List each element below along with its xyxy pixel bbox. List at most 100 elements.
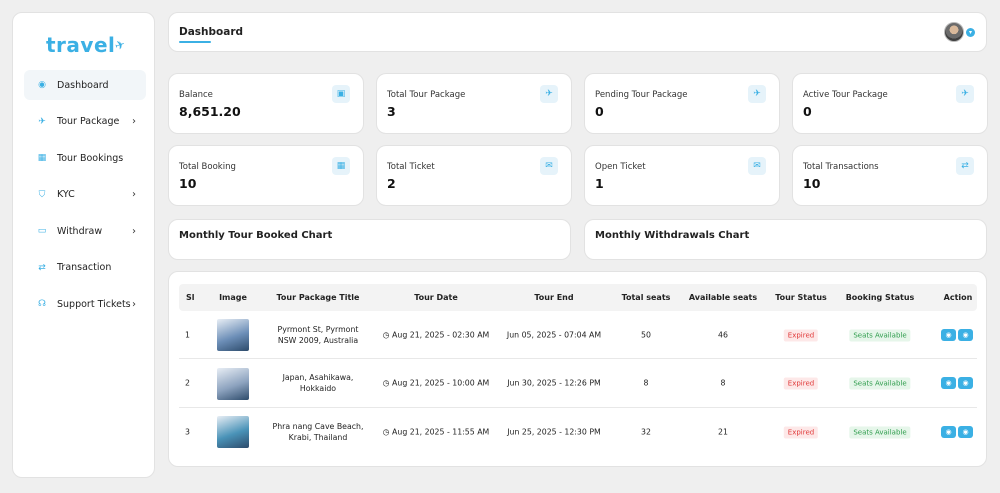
column-header-tour-end: Tour End: [534, 293, 574, 302]
clock-icon: ◷: [382, 427, 393, 437]
booking-badge: Seats Available: [849, 426, 911, 439]
stat-value: 2: [387, 176, 396, 191]
preview-icon[interactable]: ◉: [958, 377, 973, 389]
column-header-total-seats: Total seats: [621, 293, 671, 302]
calendar-icon: ▦: [37, 153, 47, 163]
monthly-withdrawals-chart: Monthly Withdrawals Chart: [584, 219, 987, 260]
sidebar-item-label: KYC: [57, 189, 75, 200]
sidebar-item-tour-bookings[interactable]: ▦ Tour Bookings: [24, 143, 146, 173]
tour-thumbnail: [217, 416, 249, 448]
cell-action: ◉ ◉: [940, 426, 974, 438]
column-header-tour-date: Tour Date: [414, 293, 458, 302]
money-icon: ▣: [332, 85, 350, 103]
shield-icon: ⛉: [38, 189, 46, 200]
stat-value: 0: [595, 104, 604, 119]
page-title: Dashboard: [179, 26, 244, 38]
column-header-action: Action: [943, 293, 973, 302]
sidebar-item-kyc[interactable]: ⛉ KYC ›: [24, 180, 146, 210]
exchange-icon: ⇄: [956, 157, 974, 175]
chevron-right-icon: ›: [132, 298, 136, 310]
column-header-booking-status: Booking Status: [845, 293, 915, 302]
plane-icon: ✈: [540, 85, 558, 103]
sidebar-item-transaction[interactable]: ⇄ Transaction: [24, 253, 146, 283]
column-header-available-seats: Available seats: [688, 293, 758, 302]
cell-tour-date: ◷ Aug 21, 2025 - 02:30 AM: [382, 330, 490, 339]
stat-label: Total Tour Package: [387, 90, 466, 100]
column-header-tour-package-title: Tour Package Title: [276, 293, 360, 302]
monthly-tour-booked-chart: Monthly Tour Booked Chart: [168, 219, 571, 260]
stat-value: 8,651.20: [179, 104, 241, 119]
card-icon: ▭: [37, 226, 47, 236]
cell-tour-status: Expired: [783, 426, 819, 439]
sidebar-item-withdraw[interactable]: ▭ Withdraw ›: [24, 216, 146, 246]
sidebar-item-dashboard[interactable]: ◉ Dashboard: [24, 70, 146, 100]
envelope-icon: ✉: [748, 157, 766, 175]
plane-icon: ✈: [956, 85, 974, 103]
exchange-icon: ⇄: [38, 262, 46, 273]
preview-icon[interactable]: ◉: [958, 328, 973, 341]
chevron-right-icon: ›: [132, 116, 136, 127]
sidebar-item-tour-package[interactable]: ✈ Tour Package ›: [24, 107, 146, 137]
brand-logo[interactable]: travel✈: [46, 33, 129, 57]
stat-card-balance: Balance 8,651.20 ▣: [168, 73, 364, 134]
view-icon[interactable]: ◉: [941, 426, 956, 438]
cell-action: ◉ ◉: [940, 377, 974, 389]
cell-tour-status: Expired: [783, 377, 819, 390]
table-row: 2 Japan, Asahikawa, Hokkaido ◷ Aug 21, 202…: [179, 360, 977, 408]
avatar[interactable]: [944, 22, 964, 42]
stat-label: Active Tour Package: [803, 90, 888, 100]
tour-thumbnail: [217, 367, 249, 400]
headset-icon: ☊: [38, 299, 46, 309]
cell-available-seats: 8: [720, 378, 726, 388]
column-header-image: Image: [219, 293, 247, 302]
cell-tour-end: Jun 30, 2025 - 12:26 PM: [507, 378, 601, 388]
chevron-right-icon: ›: [132, 225, 136, 237]
stat-value: 3: [387, 104, 396, 119]
cell-booking-status: Seats Available: [849, 329, 911, 341]
preview-icon[interactable]: ◉: [958, 426, 973, 438]
sidebar: travel✈ ◉ Dashboard ✈ Tour Package › ▦ Tour Bo…: [12, 12, 155, 478]
status-badge: Expired: [783, 377, 819, 390]
stat-card-total-transactions: Total Transactions 10 ⇄: [792, 145, 988, 206]
view-icon[interactable]: ◉: [941, 328, 956, 341]
table-row: 3 Phra nang Cave Beach, Krabi, Thailand ◷ …: [179, 408, 977, 456]
column-header-sl: Sl: [186, 293, 195, 302]
stat-value: 10: [179, 176, 197, 191]
cell-title: Pyrmont St, Pyrmont NSW 2009, Australia: [277, 324, 359, 345]
cell-available-seats: 21: [718, 427, 728, 437]
column-header-tour-status: Tour Status: [775, 293, 827, 302]
stat-label: Open Ticket: [595, 162, 646, 172]
dashboard-icon: ◉: [38, 80, 46, 90]
cell-sl: 2: [185, 378, 190, 388]
chart-title: Monthly Tour Booked Chart: [179, 230, 333, 241]
cell-tour-date: ◷ Aug 21, 2025 - 10:00 AM: [382, 378, 490, 388]
table-header: Sl Image Tour Package Title Tour Date Tour E…: [179, 284, 977, 311]
stat-label: Balance: [179, 90, 213, 100]
cell-title: Phra nang Cave Beach, Krabi, Thailand: [272, 422, 364, 442]
stat-value: 1: [595, 176, 604, 191]
chart-title: Monthly Withdrawals Chart: [595, 230, 750, 241]
stat-card-open-ticket: Open Ticket 1 ✉: [584, 145, 780, 206]
title-underline: [179, 41, 211, 43]
sidebar-item-label: Tour Bookings: [57, 152, 124, 164]
sidebar-item-label: Transaction: [57, 262, 112, 273]
tour-thumbnail: [217, 319, 249, 351]
booking-badge: Seats Available: [849, 329, 911, 341]
chevron-down-icon[interactable]: ▾: [966, 28, 975, 37]
cell-total-seats: 50: [641, 330, 651, 339]
sidebar-item-support-tickets[interactable]: ☊ Support Tickets ›: [24, 289, 146, 319]
view-icon[interactable]: ◉: [941, 377, 956, 389]
cell-total-seats: 32: [641, 427, 651, 437]
status-badge: Expired: [783, 329, 819, 341]
plane-logo-icon: ✈: [113, 36, 129, 54]
stat-card-total-booking: Total Booking 10 ▦: [168, 145, 364, 206]
stat-card-total-tour-package: Total Tour Package 3 ✈: [376, 73, 572, 134]
cell-booking-status: Seats Available: [849, 426, 911, 439]
stat-label: Total Booking: [179, 162, 236, 172]
plane-icon: ✈: [748, 85, 766, 103]
booking-badge: Seats Available: [849, 377, 911, 390]
cell-tour-date: ◷ Aug 21, 2025 - 11:55 AM: [382, 427, 490, 437]
status-badge: Expired: [783, 426, 819, 439]
stat-value: 10: [803, 176, 821, 191]
sidebar-item-label: Withdraw: [57, 225, 103, 237]
